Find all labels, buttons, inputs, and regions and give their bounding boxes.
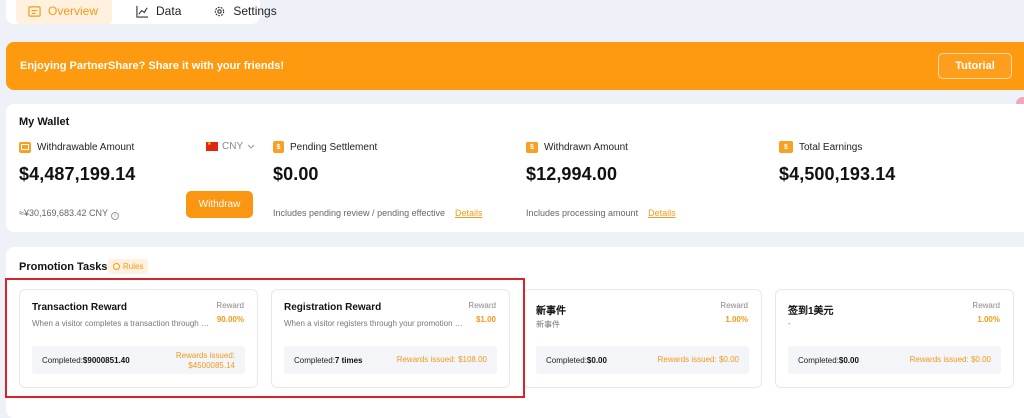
- task-desc: When a visitor registers through your pr…: [284, 319, 464, 328]
- withdrawable-label: Withdrawable Amount: [37, 141, 135, 153]
- issued-value: $0.00: [718, 355, 739, 364]
- task-completed: Completed:7 times: [294, 356, 363, 365]
- chevron-down-icon: [247, 144, 255, 149]
- total-value: $4,500,193.14: [779, 164, 896, 184]
- withdrawn-stat: $ Withdrawn Amount $12,994.00: [526, 140, 628, 185]
- task-desc: -: [788, 319, 791, 328]
- issued-value: $0.00: [970, 355, 991, 364]
- tab-settings[interactable]: Settings: [205, 0, 284, 24]
- issued-label: Rewards issued:: [396, 355, 456, 364]
- issued-value: $4500085.14: [188, 361, 235, 370]
- task-name: 签到1美元: [788, 306, 834, 317]
- completed-value: $0.00: [586, 356, 607, 365]
- task-reward-value: 1.00%: [977, 315, 1000, 324]
- issued-value: $108.00: [458, 355, 487, 364]
- promotion-card: Promotion Tasks Rules Transaction Reward…: [6, 247, 1024, 418]
- withdrawable-cny-note: ≈¥30,169,683.42 CNY i: [19, 208, 120, 220]
- currency-select[interactable]: CNY: [206, 141, 255, 152]
- completed-value: $9000851.40: [82, 356, 130, 365]
- pending-label: Pending Settlement: [290, 141, 378, 153]
- task-issued: Rewards issued: $0.00: [910, 355, 991, 365]
- tab-data[interactable]: Data: [128, 0, 189, 24]
- pending-note-text: Includes pending review / pending effect…: [273, 208, 445, 218]
- task-reward-label: Reward: [468, 301, 496, 310]
- tab-data-label: Data: [156, 4, 182, 18]
- issued-label: Rewards issued:: [657, 355, 717, 364]
- withdrawn-note-text: Includes processing amount: [526, 208, 639, 218]
- rules-label: Rules: [123, 262, 144, 271]
- withdraw-button[interactable]: Withdraw: [186, 191, 253, 218]
- task-issued: Rewards issued: $108.00: [397, 355, 487, 365]
- dollar-doc-icon: $: [273, 141, 284, 153]
- task-reward-label: Reward: [720, 301, 748, 310]
- issued-label: Rewards issued:: [909, 355, 969, 364]
- task-footer: Completed:$0.00 Rewards issued: $0.00: [536, 346, 749, 374]
- task-card-new-event[interactable]: 新事件 新事件 Reward 1.00% Completed:$0.00 Rew…: [523, 289, 762, 388]
- task-footer: Completed:$9000851.40 Rewards issued: $45…: [32, 346, 245, 374]
- completed-value: $0.00: [838, 356, 859, 365]
- info-icon[interactable]: i: [111, 212, 120, 220]
- task-name: 新事件: [536, 306, 566, 317]
- banner-text: Enjoying PartnerShare? Share it with you…: [20, 60, 285, 72]
- coins-icon: $: [779, 141, 793, 153]
- tab-overview-label: Overview: [48, 4, 99, 18]
- pending-details-link[interactable]: Details: [455, 208, 483, 218]
- task-issued: Rewards issued: $0.00: [658, 355, 739, 365]
- task-desc: When a visitor completes a transaction t…: [32, 319, 212, 328]
- task-name: Registration Reward: [284, 302, 382, 313]
- withdrawn-note: Includes processing amount Details: [526, 208, 676, 218]
- china-flag-icon: [206, 141, 218, 151]
- pending-note: Includes pending review / pending effect…: [273, 208, 482, 218]
- withdrawn-value: $12,994.00: [526, 164, 618, 184]
- share-banner: Enjoying PartnerShare? Share it with you…: [6, 42, 1024, 90]
- pending-value: $0.00: [273, 164, 319, 184]
- issued-label: Rewards issued:: [175, 351, 235, 360]
- gear-icon: [215, 6, 225, 16]
- withdrawable-stat: Withdrawable Amount $4,487,199.14: [19, 140, 135, 185]
- task-name: Transaction Reward: [32, 302, 128, 313]
- task-footer: Completed:7 times Rewards issued: $108.0…: [284, 346, 497, 374]
- task-completed: Completed:$0.00: [546, 356, 607, 365]
- task-card-checkin[interactable]: 签到1美元 - Reward 1.00% Completed:$0.00 Rew…: [775, 289, 1014, 388]
- task-card-registration[interactable]: Registration Reward When a visitor regis…: [271, 289, 510, 388]
- completed-label: Completed:: [42, 356, 83, 365]
- task-desc: 新事件: [536, 320, 560, 329]
- withdrawable-value: $4,487,199.14: [19, 164, 136, 184]
- withdrawn-details-link[interactable]: Details: [648, 208, 676, 218]
- withdrawn-label: Withdrawn Amount: [544, 141, 628, 153]
- rules-button[interactable]: Rules: [108, 259, 149, 274]
- total-label: Total Earnings: [799, 141, 863, 153]
- task-reward-label: Reward: [216, 301, 244, 310]
- task-reward-value: 90.00%: [216, 315, 244, 324]
- task-reward-value: $1.00: [475, 315, 496, 324]
- task-issued: Rewards issued: $4500085.14: [176, 351, 235, 371]
- overview-icon: [28, 5, 41, 17]
- task-reward-value: 1.00%: [725, 315, 748, 324]
- wallet-card: My Wallet Withdrawable Amount $4,487,199…: [6, 104, 1024, 232]
- pending-stat: $ Pending Settlement $0.00: [273, 140, 377, 185]
- tutorial-button[interactable]: Tutorial: [938, 53, 1012, 79]
- withdrawn-wallet-icon: $: [526, 141, 538, 153]
- task-completed: Completed:$9000851.40: [42, 356, 130, 365]
- task-card-transaction[interactable]: Transaction Reward When a visitor comple…: [19, 289, 258, 388]
- wallet-title: My Wallet: [19, 116, 70, 128]
- top-tabs: Overview Data Settings: [6, 0, 277, 24]
- clock-icon: [113, 263, 120, 270]
- task-completed: Completed:$0.00: [798, 356, 859, 365]
- completed-label: Completed:: [798, 356, 839, 365]
- tab-settings-label: Settings: [233, 4, 277, 18]
- currency-label: CNY: [222, 141, 244, 152]
- tab-overview[interactable]: Overview: [16, 0, 113, 24]
- completed-value: 7 times: [334, 356, 363, 365]
- completed-label: Completed:: [546, 356, 587, 365]
- task-footer: Completed:$0.00 Rewards issued: $0.00: [788, 346, 1001, 374]
- cny-note-text: ≈¥30,169,683.42 CNY: [19, 208, 109, 218]
- task-reward-label: Reward: [972, 301, 1000, 310]
- promotion-title: Promotion Tasks: [19, 261, 108, 273]
- wallet-icon: [19, 141, 31, 153]
- chart-line-icon: [136, 5, 149, 18]
- completed-label: Completed:: [294, 356, 335, 365]
- total-stat: $ Total Earnings $4,500,193.14: [779, 140, 895, 185]
